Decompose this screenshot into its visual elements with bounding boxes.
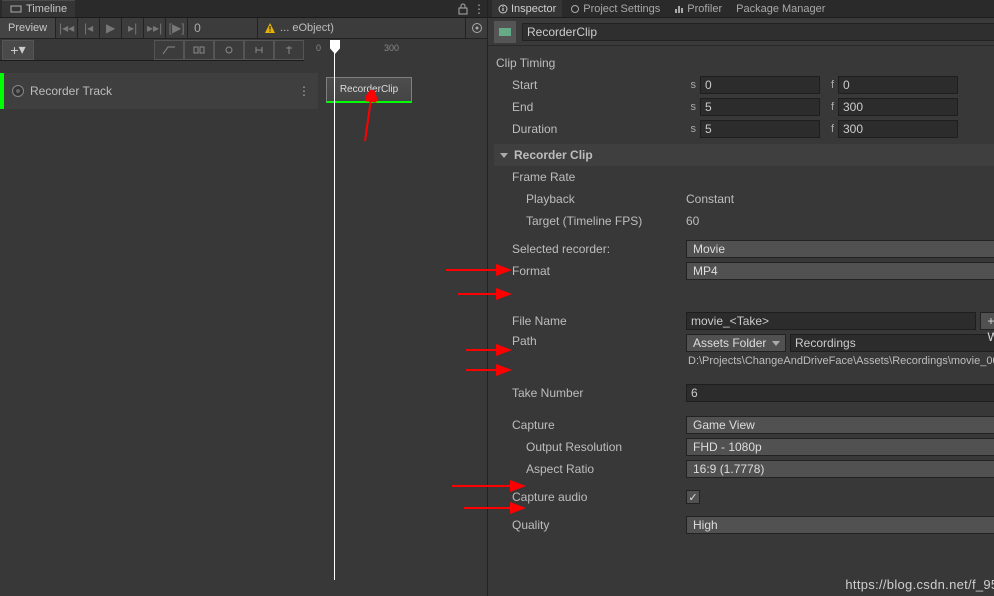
value-playback: Constant [686,192,734,206]
snap-button[interactable] [244,40,274,60]
path-input[interactable] [790,334,994,352]
label-quality: Quality [494,518,680,532]
timeline-toolbar2: +▾ 0 300 [0,39,487,61]
inspector-body: Clip Timing Start s f End s f Duration s [488,46,994,596]
label-end: End [494,100,680,114]
dropdown-quality[interactable]: High [686,516,994,534]
file-name-input[interactable] [686,312,976,330]
chevron-down-icon [500,153,508,158]
dropdown-path-root[interactable]: Assets Folder [686,334,786,352]
lock-icon[interactable] [455,1,471,17]
preview-button[interactable]: Preview [0,18,56,38]
prev-frame-button[interactable]: |◂ [78,18,100,38]
tab-timeline-label: Timeline [26,3,67,15]
watermark: https://blog.csdn.net/f_957995490 [845,577,994,592]
current-frame[interactable]: 0 [188,18,258,38]
full-path: D:\Projects\ChangeAndDriveFace\Assets\Re… [686,354,994,372]
profiler-icon [674,4,684,14]
start-f-input[interactable] [838,76,958,94]
timeline-icon [10,3,22,15]
tab-profiler[interactable]: Profiler [668,0,728,17]
label-capture: Capture [494,418,680,432]
ruler-tick-0: 0 [316,43,321,53]
gear-icon [471,22,483,34]
timeline-toolbar: Preview |◂◂ |◂ ▶ ▸| ▸▸| [▶] 0 ... eObjec… [0,18,487,39]
track-menu-button[interactable]: ⋮ [298,84,310,98]
tab-inspector[interactable]: Inspector [492,0,562,17]
end-f-input[interactable] [838,98,958,116]
take-input[interactable] [686,384,994,402]
clip-icon [494,21,516,43]
gear-icon [570,4,580,14]
track-area: Recorder Track ⋮ RecorderClip [0,61,487,596]
label-selected-recorder: Selected recorder: [494,242,680,256]
dropdown-capture[interactable]: Game View [686,416,994,434]
inspector-tabbar: Inspector Project Settings Profiler Pack… [488,0,994,18]
play-button[interactable]: ▶ [100,18,122,38]
next-frame-button[interactable]: ▸| [122,18,144,38]
inspector-header: ? ⋮ [488,18,994,46]
edit-mode-group [154,40,304,60]
dur-f-input[interactable] [838,120,958,138]
add-track-button[interactable]: +▾ [2,40,34,60]
track-row: Recorder Track ⋮ RecorderClip [0,73,487,109]
pin-button[interactable] [274,40,304,60]
tab-timeline[interactable]: Timeline [2,0,75,17]
label-take: Take Number [494,386,680,400]
label-file-name: File Name [494,314,680,328]
value-target: 60 [686,214,699,228]
end-s-input[interactable] [700,98,820,116]
timeline-binding[interactable]: ... eObject) [258,22,465,34]
wildcards-button[interactable]: + Wildcard [980,312,994,330]
ripple-mode-button[interactable] [184,40,214,60]
dropdown-output-res[interactable]: FHD - 1080p [686,438,994,456]
track-header[interactable]: Recorder Track ⋮ [0,73,318,109]
label-path: Path [494,334,680,348]
dropdown-aspect[interactable]: 16:9 (1.7778) [686,460,994,478]
dropdown-format[interactable]: MP4 [686,262,994,280]
context-menu-icon[interactable]: ⋮ [471,1,487,17]
replace-mode-button[interactable] [214,40,244,60]
go-start-button[interactable]: |◂◂ [56,18,78,38]
label-playback: Playback [494,192,680,206]
timeline-settings-button[interactable] [465,18,487,38]
timeline-tabbar: Timeline ⋮ [0,0,487,18]
transport-controls: |◂◂ |◂ ▶ ▸| ▸▸| [▶] [56,18,188,38]
record-icon [12,85,24,97]
start-s-input[interactable] [700,76,820,94]
track-name: Recorder Track [30,84,298,98]
checkbox-capture-audio[interactable]: ✓ [686,490,700,504]
ruler-tick-300: 300 [384,43,399,53]
info-icon [498,4,508,14]
section-clip-timing: Clip Timing [494,52,994,74]
mix-mode-button[interactable] [154,40,184,60]
dropdown-selected-recorder[interactable]: Movie [686,240,994,258]
tab-package-manager[interactable]: Package Manager [730,0,831,17]
go-end-button[interactable]: ▸▸| [144,18,166,38]
clip-name-input[interactable] [522,23,994,41]
label-capture-audio: Capture audio [494,490,680,504]
label-frame-rate: Frame Rate [494,170,680,184]
warning-icon [264,22,276,34]
foldout-recorder-clip[interactable]: Recorder Clip [494,144,994,166]
label-aspect: Aspect Ratio [494,462,680,476]
tab-project-settings[interactable]: Project Settings [564,0,666,17]
label-format: Format [494,264,680,278]
label-output-res: Output Resolution [494,440,680,454]
play-range-button[interactable]: [▶] [166,18,188,38]
inspector-panel: Inspector Project Settings Profiler Pack… [488,0,994,596]
timeline-binding-label: ... eObject) [280,22,334,34]
track-lane[interactable]: RecorderClip [318,73,487,109]
timeline-ruler[interactable]: 0 300 [304,39,487,61]
timeline-panel: Timeline ⋮ Preview |◂◂ |◂ ▶ ▸| ▸▸| [▶] 0… [0,0,488,596]
label-duration: Duration [494,122,680,136]
dur-s-input[interactable] [700,120,820,138]
label-target: Target (Timeline FPS) [494,214,680,228]
recorder-clip[interactable]: RecorderClip [326,77,412,103]
label-start: Start [494,78,680,92]
